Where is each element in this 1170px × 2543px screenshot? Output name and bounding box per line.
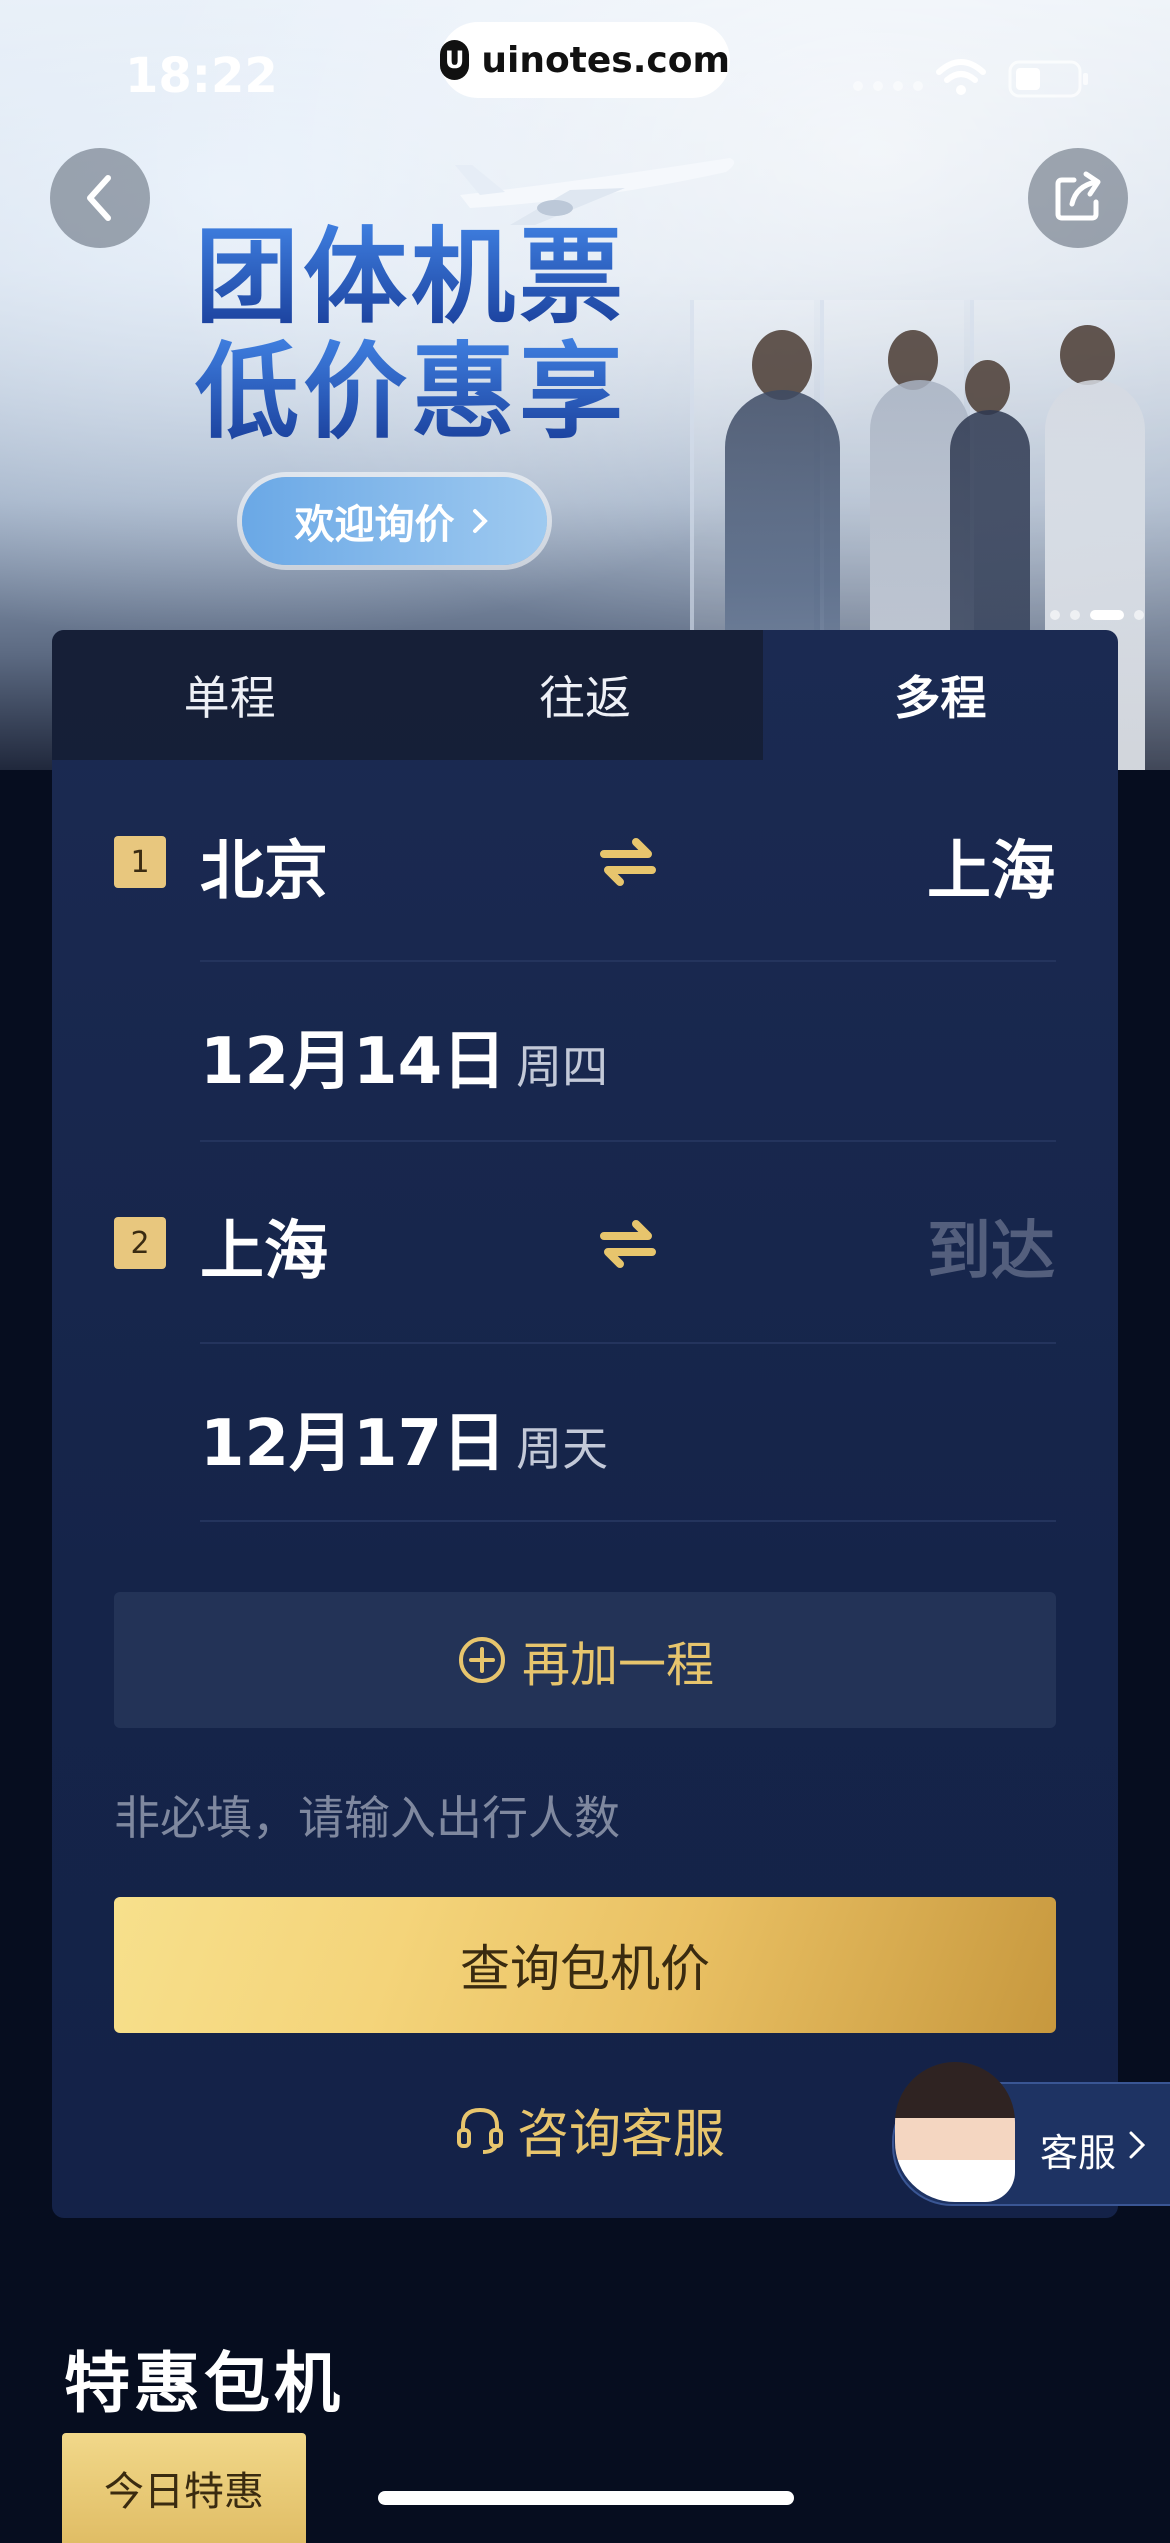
- carousel-indicator[interactable]: [1050, 610, 1144, 620]
- consult-service-link[interactable]: 咨询客服: [455, 2092, 725, 2167]
- passenger-count-input[interactable]: 非必填，请输入出行人数: [114, 1782, 620, 1848]
- tab-one-way[interactable]: 单程: [52, 630, 408, 760]
- date-value: 12月17日: [200, 1407, 507, 1481]
- departure-date[interactable]: 12月17日 周天: [200, 1392, 608, 1484]
- battery-icon: [1008, 60, 1088, 98]
- leg-number-badge: 2: [114, 1217, 166, 1269]
- arrival-city[interactable]: 上海: [927, 820, 1055, 912]
- home-indicator[interactable]: [378, 2491, 794, 2505]
- share-button[interactable]: [1028, 148, 1128, 248]
- add-leg-button[interactable]: 再加一程: [114, 1592, 1056, 1728]
- share-icon: [1055, 171, 1101, 221]
- divider: [200, 1140, 1056, 1142]
- carousel-dot-active[interactable]: [1090, 610, 1124, 620]
- weekday: 周天: [516, 1422, 609, 1476]
- wifi-icon: [936, 59, 986, 95]
- query-price-label: 查询包机价: [460, 1940, 710, 1998]
- customer-service-label: 客服: [1040, 2131, 1117, 2175]
- swap-cities-icon[interactable]: [596, 1212, 660, 1276]
- customer-service-avatar: [895, 2062, 1015, 2202]
- tab-multi-city[interactable]: 多程: [763, 630, 1118, 760]
- arrival-city-placeholder[interactable]: 到达: [927, 1200, 1055, 1292]
- section-title: 特惠包机: [64, 2345, 344, 2422]
- divider: [200, 1342, 1056, 1344]
- signal-icon: [853, 81, 923, 91]
- carousel-dot[interactable]: [1070, 610, 1080, 620]
- status-time: 18:22: [125, 48, 278, 104]
- date-value: 12月14日: [200, 1025, 507, 1099]
- inquiry-button[interactable]: 欢迎询价: [242, 477, 547, 565]
- trip-type-tabs: 单程 往返 多程: [52, 630, 1118, 760]
- departure-date[interactable]: 12月14日 周四: [200, 1010, 608, 1102]
- url-bar[interactable]: U uinotes.com: [440, 22, 730, 98]
- add-leg-label: 再加一程: [521, 1637, 714, 1693]
- site-logo-icon: U: [440, 40, 470, 80]
- headset-icon: [457, 2107, 503, 2154]
- departure-city[interactable]: 上海: [200, 1200, 328, 1292]
- leg-number-badge: 1: [114, 836, 166, 888]
- chevron-left-icon: [87, 175, 111, 221]
- banner-title-line1: 团体机票: [195, 216, 628, 338]
- carousel-dot[interactable]: [1134, 610, 1144, 620]
- inquiry-button-label: 欢迎询价: [294, 502, 455, 548]
- divider: [200, 960, 1056, 962]
- url-domain: uinotes.com: [481, 39, 730, 81]
- departure-city[interactable]: 北京: [200, 820, 328, 912]
- traveler-head: [965, 360, 1010, 415]
- tab-today-deals[interactable]: 今日特惠: [62, 2433, 306, 2543]
- traveler-head: [1060, 325, 1115, 385]
- consult-label: 咨询客服: [517, 2105, 726, 2165]
- swap-cities-icon[interactable]: [596, 830, 660, 894]
- query-price-button[interactable]: 查询包机价: [114, 1897, 1056, 2033]
- chevron-right-icon: [472, 509, 488, 533]
- banner-title-line2: 低价惠享: [195, 331, 628, 453]
- chevron-right-icon: [1129, 2131, 1146, 2159]
- plus-circle-icon: [458, 1637, 505, 1683]
- back-button[interactable]: [50, 148, 150, 248]
- weekday: 周四: [516, 1040, 609, 1094]
- tab-round-trip[interactable]: 往返: [407, 630, 763, 760]
- carousel-dot[interactable]: [1050, 610, 1060, 620]
- divider: [200, 1520, 1056, 1522]
